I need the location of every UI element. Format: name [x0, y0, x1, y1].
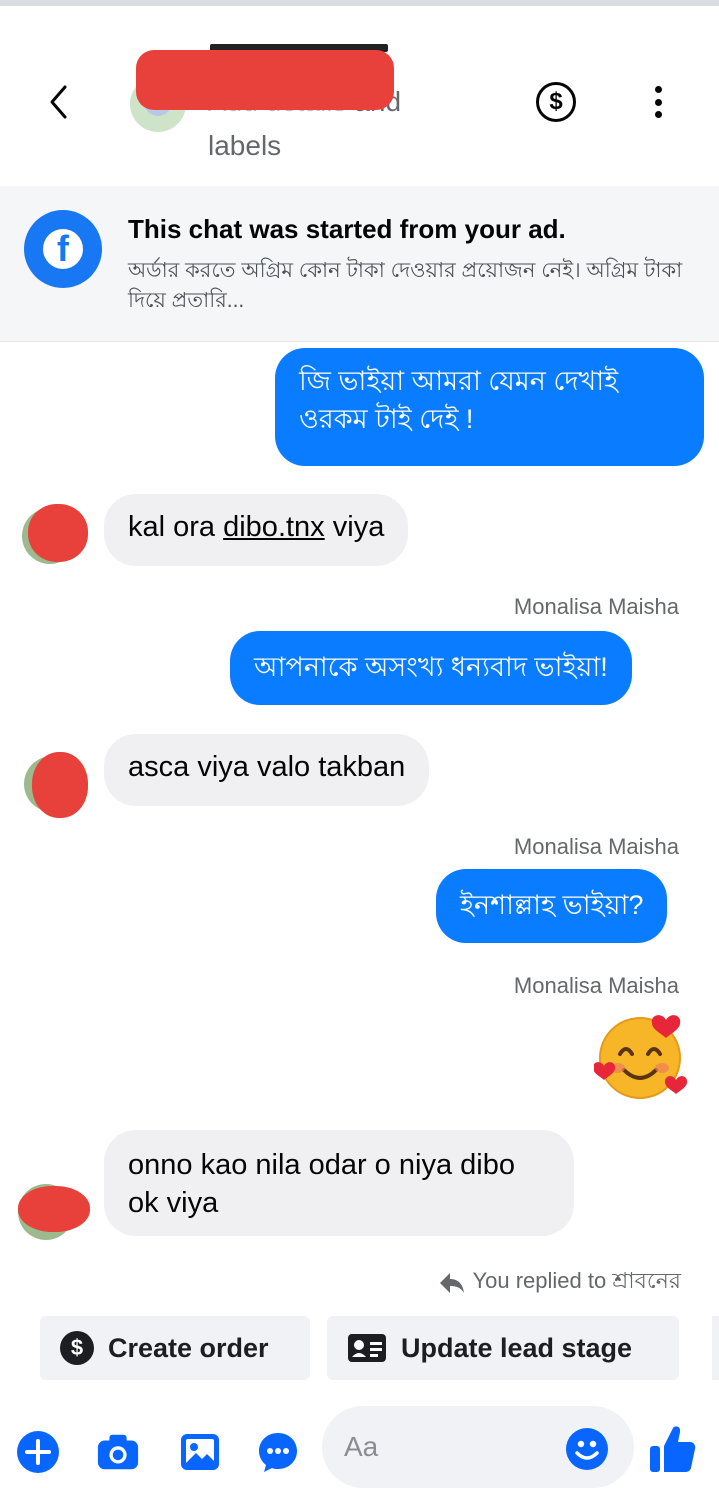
image-icon [181, 1434, 219, 1470]
ad-origin-banner[interactable]: f This chat was started from your ad. অর… [0, 186, 719, 342]
incoming-message[interactable]: kal ora dibo.tnx viya [104, 494, 409, 566]
message-input-placeholder: Aa [344, 1431, 379, 1462]
dollar-icon: $ [549, 88, 563, 115]
thumbs-up-icon [650, 1426, 696, 1472]
chat-bubble-icon [259, 1433, 297, 1472]
sender-label: Monalisa Maisha [513, 973, 679, 998]
facebook-logo-letter: f [57, 228, 69, 269]
plus-circle-icon [17, 1431, 59, 1473]
chat-header: Add details and labels $ [0, 6, 719, 186]
reply-icon [440, 1272, 465, 1293]
incoming-message[interactable]: onno kao nila odar o niya dibo ok viya [104, 1130, 574, 1236]
smiley-icon [575, 1440, 599, 1460]
dot-icon [654, 86, 662, 93]
redaction-mark [18, 1186, 90, 1232]
update-lead-stage-label: Update lead stage [401, 1332, 633, 1363]
redaction-mark [136, 50, 394, 110]
ad-banner-text: অর্ডার করতে অগ্রিম কোন টাকা দেওয়ার প্রয… [128, 259, 683, 312]
update-lead-stage-button[interactable]: Update lead stage [327, 1316, 679, 1380]
incoming-message[interactable]: asca viya valo takban [104, 734, 430, 806]
more-options-button[interactable] [640, 80, 676, 124]
outgoing-message[interactable]: আপনাকে অসংখ্য ধন্যবাদ ভাইয়া! [230, 631, 632, 705]
gallery-button[interactable] [178, 1430, 222, 1474]
chevron-left-icon [50, 85, 67, 119]
ad-banner-title: This chat was started from your ad. [128, 214, 566, 244]
quick-reply-button[interactable] [256, 1430, 300, 1474]
more-actions-chip[interactable] [712, 1316, 719, 1380]
message-text: kal ora [128, 511, 224, 543]
reply-indicator: You replied to শ্রাবনের [438, 1264, 681, 1301]
redaction-mark [28, 504, 88, 562]
outgoing-message[interactable]: ইনশাল্লাহ ভাইয়া? [436, 869, 668, 943]
contact-avatar-small[interactable] [18, 1180, 90, 1240]
contact-card-icon [348, 1334, 386, 1362]
message-text: viya [324, 511, 385, 543]
sender-label: Monalisa Maisha [513, 594, 679, 619]
back-button[interactable] [38, 78, 78, 126]
contact-avatar-small[interactable] [22, 504, 88, 564]
camera-button[interactable] [96, 1430, 140, 1474]
facebook-logo-icon: f [24, 210, 102, 288]
camera-icon [97, 1434, 139, 1470]
dot-icon [654, 111, 662, 118]
sender-label: Monalisa Maisha [513, 834, 679, 859]
smiling-face-with-hearts-icon[interactable] [594, 1008, 690, 1104]
outgoing-message[interactable]: জি ভাইয়া আমরা যেমন দেখাই ওরকম টাই দেই ! [275, 348, 704, 466]
dollar-icon: $ [60, 1331, 94, 1365]
message-composer: Aa [0, 1404, 719, 1488]
redaction-mark [32, 752, 88, 818]
message-link[interactable]: dibo.tnx [223, 511, 325, 543]
contact-avatar-small[interactable] [24, 752, 90, 818]
create-order-button[interactable]: $ Create order [40, 1316, 310, 1380]
reply-indicator-text: You replied to শ্রাবনের [472, 1268, 681, 1293]
add-button[interactable] [16, 1430, 60, 1474]
like-button[interactable] [648, 1424, 696, 1474]
emoji-button[interactable] [566, 1428, 608, 1470]
payment-button[interactable]: $ [536, 82, 576, 122]
dot-icon [654, 98, 662, 106]
create-order-label: Create order [108, 1332, 269, 1363]
